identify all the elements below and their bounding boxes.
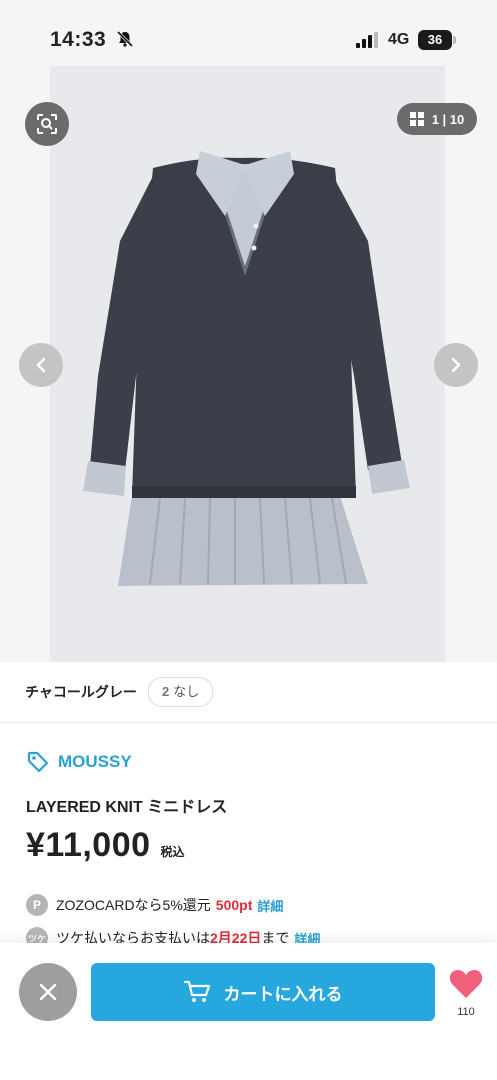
status-bar: 14:33 4G 36: [0, 0, 497, 66]
battery-icon: 36: [418, 30, 452, 50]
size-stock-chip[interactable]: 2 なし: [148, 677, 214, 707]
heart-icon: [449, 970, 483, 998]
grid-icon: [409, 112, 424, 126]
next-image-button[interactable]: [434, 343, 478, 387]
bottom-action-bar: カートに入れる 110: [0, 943, 497, 1080]
brand-link[interactable]: MOUSSY: [26, 750, 132, 774]
tag-icon: [27, 751, 49, 773]
close-button[interactable]: [19, 963, 77, 1021]
stock-status: なし: [173, 684, 200, 699]
zoom-search-icon: [37, 114, 57, 134]
battery-tip: [453, 36, 456, 44]
brand-name: MOUSSY: [58, 752, 132, 771]
product-image-gallery[interactable]: 1 | 10: [0, 66, 497, 662]
cart-icon: [183, 980, 210, 1002]
bell-muted-icon: [116, 30, 134, 48]
promo-detail-link[interactable]: 詳細: [257, 896, 283, 915]
promo-text: ZOZOCARDなら5%還元: [56, 897, 211, 913]
product-dress-illustration: [83, 151, 410, 586]
previous-image-button[interactable]: [19, 343, 63, 387]
variant-row: チャコールグレー 2 なし: [0, 662, 497, 723]
product-photo[interactable]: [50, 66, 445, 662]
zozocard-promo: P ZOZOCARDなら5%還元 500pt 詳細: [26, 894, 283, 916]
promo-points: 500pt: [215, 897, 253, 913]
chevron-left-icon: [36, 357, 46, 373]
price-block: ¥11,000 税込: [26, 826, 185, 865]
network-type: 4G: [388, 31, 410, 48]
signal-icon: [356, 32, 378, 48]
add-to-cart-button[interactable]: カートに入れる: [91, 963, 435, 1021]
add-to-cart-label: カートに入れる: [223, 984, 343, 1004]
favorite-button[interactable]: 110: [444, 969, 488, 1018]
price: ¥11,000: [26, 826, 151, 864]
status-time: 14:33: [50, 28, 107, 51]
favorite-count: 110: [457, 1006, 475, 1018]
color-name: チャコールグレー: [25, 684, 137, 700]
size-label: 2: [162, 684, 170, 699]
image-counter-button[interactable]: 1 | 10: [397, 103, 477, 135]
image-counter-text: 1 | 10: [431, 111, 465, 127]
chevron-right-icon: [451, 357, 461, 373]
product-name: LAYERED KNIT ミニドレス: [26, 799, 228, 816]
close-icon: [39, 983, 57, 1001]
tax-label: 税込: [160, 845, 185, 859]
image-search-button[interactable]: [25, 102, 69, 146]
point-icon: P: [26, 894, 48, 916]
